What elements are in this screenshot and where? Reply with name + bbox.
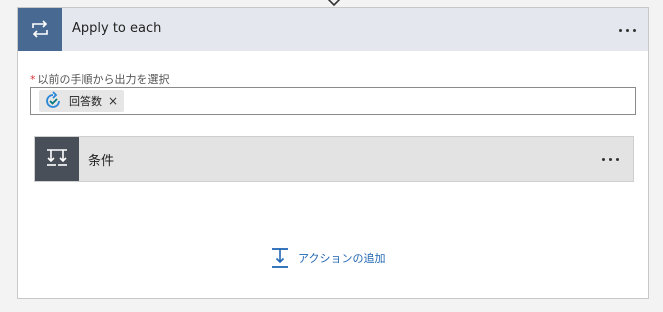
add-action-icon bbox=[272, 248, 288, 268]
ellipsis-dot bbox=[618, 28, 622, 32]
ellipsis-dot bbox=[601, 157, 605, 161]
add-action-button[interactable]: アクションの追加 bbox=[270, 246, 385, 270]
required-marker: * bbox=[30, 73, 36, 86]
select-output-input[interactable]: 回答数 × bbox=[30, 87, 636, 115]
apply-to-each-title: Apply to each bbox=[72, 21, 162, 36]
apply-to-each-header[interactable]: Apply to each bbox=[18, 8, 648, 51]
apply-to-each-card: Apply to each * 以前の手順から出力を選択 回答数 × 条件 アク… bbox=[17, 7, 649, 299]
condition-branch-icon bbox=[35, 137, 79, 181]
forms-refresh-icon bbox=[46, 91, 60, 108]
condition-card[interactable]: 条件 bbox=[34, 136, 634, 182]
ellipsis-dot bbox=[608, 157, 612, 161]
add-action-label: アクションの追加 bbox=[298, 252, 386, 265]
apply-to-each-more-button[interactable] bbox=[614, 20, 640, 40]
select-output-label: * 以前の手順から出力を選択 bbox=[30, 71, 170, 87]
condition-title: 条件 bbox=[88, 154, 115, 169]
dynamic-content-token[interactable]: 回答数 × bbox=[39, 90, 125, 112]
loop-icon bbox=[18, 8, 62, 51]
ellipsis-dot bbox=[632, 28, 636, 32]
condition-more-button[interactable] bbox=[597, 149, 623, 169]
ellipsis-dot bbox=[615, 157, 619, 161]
token-remove-button[interactable]: × bbox=[108, 95, 118, 107]
select-output-label-text: 以前の手順から出力を選択 bbox=[37, 73, 170, 86]
token-label: 回答数 bbox=[69, 95, 102, 108]
ellipsis-dot bbox=[625, 28, 629, 32]
